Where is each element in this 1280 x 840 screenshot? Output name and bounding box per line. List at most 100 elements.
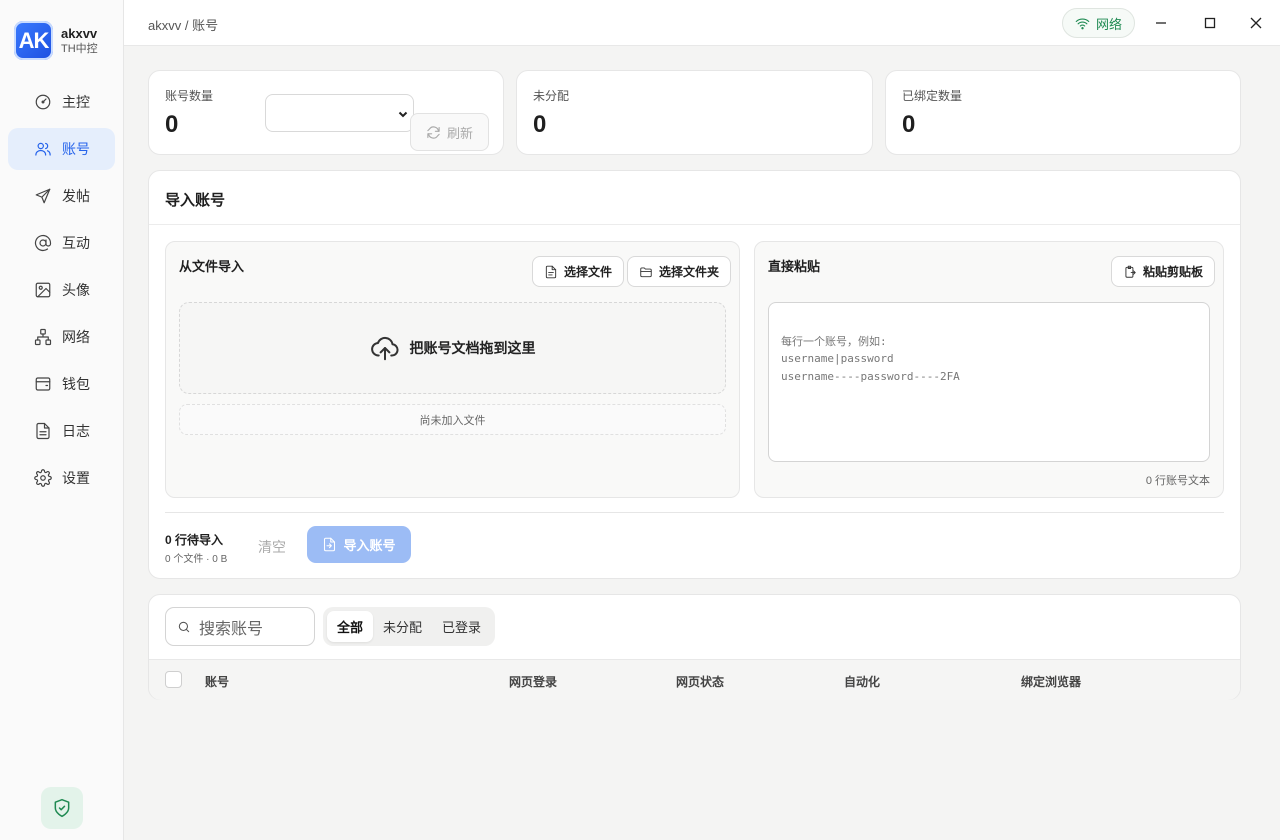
close-button[interactable] — [1241, 8, 1271, 38]
sidebar-item-label: 账号 — [62, 141, 90, 157]
divider — [165, 512, 1224, 513]
paste-import-panel: 直接粘贴 粘贴剪贴板 每行一个账号，例如: username|password … — [754, 241, 1224, 498]
sidebar-item-dashboard[interactable]: 主控 — [8, 81, 115, 123]
import-accounts-button[interactable]: 导入账号 — [307, 526, 411, 563]
tab-all[interactable]: 全部 — [327, 611, 374, 642]
tab-logged-in[interactable]: 已登录 — [432, 611, 491, 642]
pending-count: 0 行待导入 — [165, 533, 224, 547]
refresh-button[interactable]: 刷新 — [410, 113, 489, 151]
stat-value: 0 — [165, 111, 179, 138]
file-icon — [545, 265, 557, 278]
import-title: 导入账号 — [165, 192, 226, 209]
sidebar-item-accounts[interactable]: 账号 — [8, 128, 115, 170]
sidebar-item-settings[interactable]: 设置 — [8, 457, 115, 499]
maximize-button[interactable] — [1195, 8, 1225, 38]
sidebar-nav: 主控 账号 发帖 互动 头像 网络 钱包 日志 设置 — [8, 81, 115, 504]
select-file-button[interactable]: 选择文件 — [532, 256, 625, 287]
sidebar-item-label: 发帖 — [62, 188, 90, 204]
sidebar-item-avatars[interactable]: 头像 — [8, 269, 115, 311]
topbar: akxvv / 账号 网络 — [124, 0, 1280, 46]
sidebar-item-label: 钱包 — [62, 376, 90, 392]
stat-card-unassigned: 未分配 0 — [516, 70, 873, 155]
table-header: 账号 网页登录 网页状态 自动化 绑定浏览器 — [149, 659, 1240, 700]
tab-unassigned[interactable]: 未分配 — [373, 611, 432, 642]
network-status-badge[interactable]: 网络 — [1062, 8, 1136, 38]
wifi-icon — [1075, 18, 1090, 29]
file-dropzone[interactable]: 把账号文档拖到这里 — [179, 302, 726, 394]
empty-files-label: 尚未加入文件 — [419, 414, 486, 427]
sidebar-item-label: 网络 — [62, 329, 90, 345]
send-icon — [35, 188, 51, 204]
app-logo: AK — [14, 21, 53, 60]
sidebar-item-logs[interactable]: 日志 — [8, 410, 115, 452]
accounts-table-card: 搜索账号 全部 未分配 已登录 账号 网页登录 网页状态 自动化 绑定浏览器 — [148, 594, 1241, 700]
button-label: 粘贴剪贴板 — [1143, 265, 1204, 279]
brand-subtitle: TH中控 — [61, 42, 98, 55]
close-icon — [1250, 17, 1262, 29]
sidebar-item-label: 互动 — [62, 235, 90, 251]
minimize-button[interactable] — [1146, 8, 1176, 38]
sidebar-item-label: 头像 — [62, 282, 90, 298]
column-header-web-status[interactable]: 网页状态 — [676, 673, 724, 690]
pending-summary: 0 行待导入 0 个文件 · 0 B — [165, 531, 227, 565]
stat-label: 未分配 — [533, 89, 570, 103]
at-sign-icon — [34, 234, 52, 252]
brand: AK akxvv TH中控 — [14, 21, 98, 60]
sidebar-item-network[interactable]: 网络 — [8, 316, 115, 358]
network-status-label: 网络 — [1096, 16, 1123, 32]
wallet-icon — [35, 377, 51, 391]
stat-label: 账号数量 — [165, 89, 214, 103]
image-icon — [35, 282, 51, 298]
button-label: 选择文件 — [564, 265, 613, 279]
gear-icon — [34, 469, 52, 487]
breadcrumb: akxvv / 账号 — [148, 18, 219, 33]
file-text-icon — [36, 422, 50, 440]
pending-files: 0 个文件 · 0 B — [165, 554, 228, 565]
divider — [149, 224, 1240, 225]
refresh-label: 刷新 — [446, 125, 473, 141]
minimize-icon — [1156, 22, 1166, 24]
paste-placeholder: 每行一个账号，例如: username|password username---… — [781, 334, 960, 383]
stat-label: 已绑定数量 — [902, 89, 963, 103]
refresh-icon — [427, 125, 440, 139]
account-group-select[interactable] — [265, 94, 414, 132]
panel-title: 从文件导入 — [179, 259, 245, 274]
network-icon — [34, 328, 52, 346]
column-header-bound-browser[interactable]: 绑定浏览器 — [1021, 673, 1081, 690]
search-icon — [178, 621, 190, 632]
users-icon — [35, 142, 51, 156]
stat-value: 0 — [533, 111, 547, 138]
filter-tabs: 全部 未分配 已登录 — [323, 607, 496, 646]
clear-button[interactable]: 清空 — [258, 537, 286, 557]
column-header-automation[interactable]: 自动化 — [844, 673, 880, 690]
sidebar-item-label: 日志 — [62, 423, 90, 439]
clipboard-icon — [1125, 265, 1136, 278]
file-import-icon — [324, 537, 336, 552]
maximize-icon — [1204, 17, 1216, 29]
select-folder-button[interactable]: 选择文件夹 — [627, 256, 732, 287]
paste-clipboard-button[interactable]: 粘贴剪贴板 — [1111, 256, 1216, 287]
dropzone-label: 把账号文档拖到这里 — [409, 340, 536, 356]
chevron-down-icon — [398, 111, 408, 118]
column-header-web-login[interactable]: 网页登录 — [509, 673, 557, 690]
stat-card-bound: 已绑定数量 0 — [885, 70, 1241, 155]
sidebar-item-posts[interactable]: 发帖 — [8, 175, 115, 217]
search-input[interactable]: 搜索账号 — [165, 607, 315, 646]
sidebar-item-label: 设置 — [62, 470, 90, 486]
button-label: 选择文件夹 — [659, 265, 720, 279]
gauge-icon — [35, 94, 51, 110]
paste-textarea[interactable]: 每行一个账号，例如: username|password username---… — [768, 302, 1210, 462]
shield-check-icon — [54, 798, 70, 818]
paste-line-count: 0 行账号文本 — [1145, 475, 1210, 487]
sidebar-item-wallet[interactable]: 钱包 — [8, 363, 115, 405]
panel-title: 直接粘贴 — [768, 259, 821, 274]
security-status-button[interactable] — [41, 787, 83, 829]
column-header-account[interactable]: 账号 — [205, 673, 229, 690]
import-card: 导入账号 从文件导入 选择文件 选择文件夹 把账号文档拖到这里 尚未加入文件 直… — [148, 170, 1241, 579]
sidebar: AK akxvv TH中控 主控 账号 发帖 互动 头像 网络 钱包 日志 设置 — [0, 0, 124, 840]
select-all-checkbox[interactable] — [165, 671, 182, 688]
sidebar-item-interactions[interactable]: 互动 — [8, 222, 115, 264]
file-list: 尚未加入文件 — [179, 404, 726, 435]
sidebar-item-label: 主控 — [62, 94, 90, 110]
folder-icon — [640, 266, 652, 277]
